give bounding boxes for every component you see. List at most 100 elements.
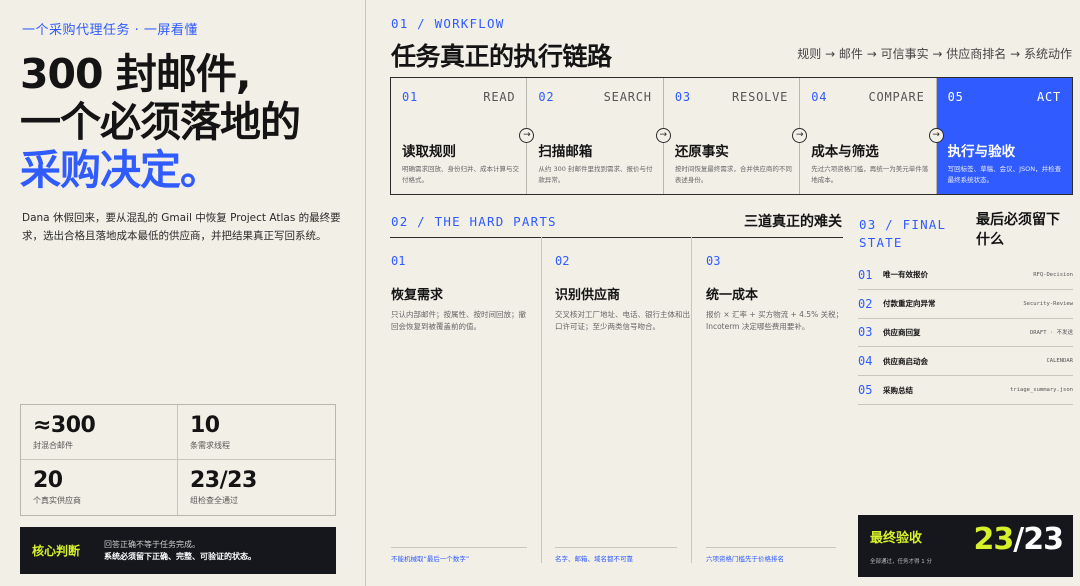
score-passed: 23 bbox=[973, 522, 1015, 557]
hard-part-title: 统一成本 bbox=[706, 288, 759, 303]
stat-label: 组检查全通过 bbox=[190, 496, 238, 505]
step-name: 执行与验收 bbox=[947, 144, 1016, 160]
hard-part-number: 01 bbox=[391, 254, 406, 268]
item-title: 采购总结 bbox=[883, 385, 913, 395]
step-name: 还原事实 bbox=[674, 144, 729, 160]
hard-part-number: 02 bbox=[555, 254, 570, 268]
stat-value: 23/23 bbox=[190, 468, 257, 493]
step-desc: 写回标签、草稿、会议、JSON，并检查最终系统状态。 bbox=[947, 165, 1062, 184]
step-code: SEARCH bbox=[603, 90, 652, 104]
step-desc: 先过六项资格门槛，再统一为美元单件落地成本。 bbox=[811, 165, 929, 184]
list-item: 02 付款重定向异常 Security-Review bbox=[858, 290, 1073, 319]
step-read: 01 READ 读取规则 明确需求回放、身份归并、成本计算与交付格式。 bbox=[391, 78, 528, 194]
final-state-title: 最后必须留下什么 bbox=[976, 212, 1060, 248]
step-number: 04 bbox=[811, 90, 828, 104]
stat-checks: 23/23 组检查全通过 bbox=[178, 460, 335, 515]
step-header: 02 SEARCH bbox=[538, 90, 651, 104]
hard-part-desc: 只认内部邮件；按属性、按时间回放；撤回会恢复到被覆盖前的值。 bbox=[391, 310, 526, 331]
kicker: 一个采购代理任务 · 一屏看懂 bbox=[22, 23, 198, 38]
hard-part-footnote: 名字、邮箱、域名都不可靠 bbox=[555, 547, 677, 563]
hard-part-footnote: 六项资格门槛先于价格排名 bbox=[706, 547, 836, 563]
headline-line-1: 300 封邮件, bbox=[20, 50, 251, 98]
hard-parts-title: 三道真正的难关 bbox=[744, 214, 842, 230]
final-state-label: 03 / FINAL STATE bbox=[859, 217, 947, 250]
core-text: 回答正确不等于任务完成。 系统必须留下正确、完整、可验证的状态。 bbox=[104, 539, 256, 563]
hard-part-number: 03 bbox=[706, 254, 721, 268]
item-number: 01 bbox=[858, 267, 873, 282]
verify-score: 23/23 bbox=[973, 522, 1064, 557]
list-item: 05 采购总结 triage_summary.json bbox=[858, 376, 1073, 405]
step-desc: 从约 300 封邮件里找到需求、报价与付款异常。 bbox=[538, 165, 653, 184]
step-desc: 明确需求回放、身份归并、成本计算与交付格式。 bbox=[402, 165, 519, 184]
score-separator: / bbox=[1013, 522, 1024, 557]
item-number: 05 bbox=[858, 383, 873, 398]
item-title: 唯一有效报价 bbox=[883, 270, 928, 280]
arrow-right-icon: → bbox=[928, 128, 944, 143]
final-state-list: 01 唯一有效报价 RFQ-Decision 02 付款重定向异常 Securi… bbox=[858, 261, 1073, 405]
list-item: 04 供应商启动会 CALENDAR bbox=[858, 347, 1074, 377]
workflow-steps: 01 READ 读取规则 明确需求回放、身份归并、成本计算与交付格式。 → 02 S… bbox=[390, 77, 1073, 195]
item-number: 03 bbox=[858, 325, 873, 340]
item-number: 02 bbox=[858, 296, 873, 311]
step-name: 扫描邮箱 bbox=[538, 144, 593, 160]
final-verification-box: 最终验收 全部通过，任务才得 1 分 23/23 bbox=[858, 515, 1073, 577]
verify-subtitle: 全部通过，任务才得 1 分 bbox=[870, 559, 932, 565]
hard-part-2: 02 识别供应商 交叉核对工厂地址、电话、银行主体和出口许可证；至少两类信号吻合… bbox=[555, 237, 690, 563]
item-meta: triage_summary.json bbox=[1010, 387, 1073, 394]
list-item: 01 唯一有效报价 RFQ-Decision bbox=[858, 261, 1073, 290]
core-line-1: 回答正确不等于任务完成。 bbox=[104, 539, 200, 549]
step-number: 02 bbox=[538, 90, 555, 104]
item-meta: CALENDAR bbox=[1046, 358, 1074, 365]
step-number: 01 bbox=[402, 90, 419, 104]
step-code: ACT bbox=[1036, 90, 1062, 104]
hard-part-footnote: 不能机械取“最后一个数字” bbox=[391, 547, 527, 563]
step-header: 05 ACT bbox=[948, 90, 1061, 104]
step-act: → 05 ACT 执行与验收 写回标签、草稿、会议、JSON，并检查最终系统状态。 bbox=[928, 78, 1073, 194]
step-header: 04 COMPARE bbox=[811, 90, 924, 104]
headline-line-2: 一个必须落地的 bbox=[20, 98, 301, 146]
item-title: 供应商启动会 bbox=[883, 356, 928, 366]
stat-value: 10 bbox=[190, 413, 220, 438]
hard-part-title: 识别供应商 bbox=[555, 288, 621, 303]
step-search: → 02 SEARCH 扫描邮箱 从约 300 封邮件里找到需求、报价与付款异常。 bbox=[519, 78, 664, 194]
workflow-title: 任务真正的执行链路 bbox=[391, 42, 612, 71]
hard-part-desc: 报价 × 汇率 + 买方物流 + 4.5% 关税；Incoterm 决定哪些费用… bbox=[706, 310, 844, 331]
stat-label: 条需求线程 bbox=[190, 441, 230, 450]
step-number: 05 bbox=[947, 90, 964, 104]
step-resolve: → 03 RESOLVE 还原事实 按时间恢复最终需求，合并供应商的不同表述身份。 bbox=[655, 78, 801, 194]
arrow-right-icon: → bbox=[655, 128, 671, 143]
hard-part-desc: 交叉核对工厂地址、电话、银行主体和出口许可证；至少两类信号吻合。 bbox=[555, 310, 690, 331]
arrow-right-icon: → bbox=[519, 128, 535, 143]
headline-line-3: 采购决定。 bbox=[20, 146, 221, 194]
step-header: 03 RESOLVE bbox=[675, 90, 788, 104]
item-meta: Security-Review bbox=[1023, 300, 1073, 307]
headline: 300 封邮件, 一个必须落地的 采购决定。 bbox=[20, 50, 301, 194]
stat-suppliers: 20 个真实供应商 bbox=[21, 460, 178, 515]
intro-text: Dana 休假回来，要从混乱的 Gmail 中恢复 Project Atlas … bbox=[22, 212, 341, 242]
stat-value: ≈300 bbox=[33, 413, 96, 438]
stats-grid: ≈300 封混合邮件 10 条需求线程 20 个真实供应商 23/23 组检查全… bbox=[20, 404, 336, 516]
step-name: 成本与筛选 bbox=[811, 144, 879, 160]
stat-emails: ≈300 封混合邮件 bbox=[21, 405, 178, 460]
workflow-label: 01 / WORKFLOW bbox=[391, 16, 505, 31]
column-divider bbox=[691, 237, 692, 563]
column-divider bbox=[541, 237, 542, 563]
list-item: 03 供应商回复 DRAFT · 不发送 bbox=[858, 319, 1073, 348]
hard-part-3: 03 统一成本 报价 × 汇率 + 买方物流 + 4.5% 关税；Incoter… bbox=[706, 237, 844, 563]
item-number: 04 bbox=[858, 354, 873, 369]
item-title: 付款重定向异常 bbox=[883, 299, 936, 309]
step-code: COMPARE bbox=[868, 90, 925, 104]
step-code: READ bbox=[483, 90, 516, 104]
hard-parts-label: 02 / THE HARD PARTS bbox=[391, 214, 557, 229]
stat-threads: 10 条需求线程 bbox=[178, 405, 335, 460]
stat-label: 封混合邮件 bbox=[33, 441, 73, 450]
item-meta: DRAFT · 不发送 bbox=[1030, 330, 1073, 337]
core-judgement-box: 核心判断 回答正确不等于任务完成。 系统必须留下正确、完整、可验证的状态。 bbox=[20, 527, 336, 574]
item-title: 供应商回复 bbox=[883, 327, 921, 337]
stat-value: 20 bbox=[33, 468, 63, 493]
hard-part-title: 恢复需求 bbox=[391, 288, 444, 303]
score-total: 23 bbox=[1023, 522, 1064, 557]
step-name: 读取规则 bbox=[402, 144, 456, 160]
verify-tag: 最终验收 bbox=[870, 531, 923, 546]
core-tag: 核心判断 bbox=[32, 544, 81, 558]
